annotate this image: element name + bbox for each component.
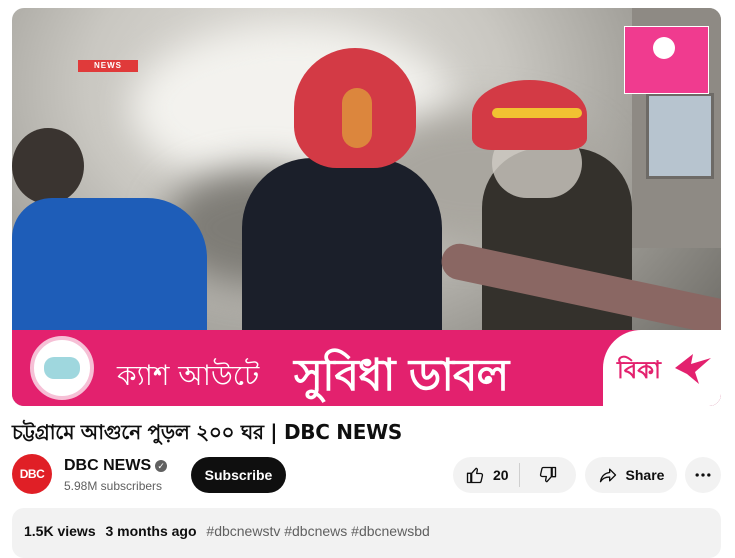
thumb-up-icon bbox=[466, 467, 484, 484]
view-count: 1.5K views bbox=[24, 523, 96, 539]
tv-channel-logo: NEWS bbox=[78, 60, 138, 72]
like-button[interactable]: 20 bbox=[453, 457, 519, 493]
video-title: চট্টগ্রামে আগুনে পুড়ল ২০০ ঘর | DBC NEWS bbox=[12, 420, 402, 444]
channel-avatar[interactable]: DBC bbox=[12, 454, 52, 494]
thumb-down-icon bbox=[539, 466, 557, 483]
hashtags[interactable]: #dbcnewstv #dbcnews #dbcnewsbd bbox=[206, 523, 429, 539]
share-label: Share bbox=[625, 467, 665, 483]
description-meta: 1.5K views 3 months ago #dbcnewstv #dbcn… bbox=[24, 523, 430, 539]
more-actions-button[interactable] bbox=[685, 457, 721, 493]
like-dislike-group: 20 bbox=[453, 457, 576, 493]
banner-logo-icon bbox=[30, 336, 94, 400]
channel-name[interactable]: DBC NEWS bbox=[64, 457, 151, 474]
description-box[interactable]: 1.5K views 3 months ago #dbcnewstv #dbcn… bbox=[12, 508, 721, 558]
like-count: 20 bbox=[493, 467, 509, 483]
bird-icon bbox=[675, 354, 711, 384]
banner-small-text: ক্যাশ আউটে bbox=[117, 359, 260, 392]
brand-text: বিকা bbox=[617, 356, 661, 384]
channel-name-link[interactable]: DBC NEWS ✓ bbox=[64, 457, 168, 475]
dislike-button[interactable] bbox=[520, 457, 576, 493]
video-player[interactable]: NEWS ক্যাশ আউটে সুবিধা ডাবল বিকা bbox=[12, 8, 721, 406]
more-icon bbox=[695, 473, 711, 477]
share-button[interactable]: Share bbox=[585, 457, 677, 493]
ad-overlay[interactable] bbox=[624, 26, 709, 94]
upload-date: 3 months ago bbox=[105, 523, 197, 539]
ad-logo-icon bbox=[653, 37, 675, 59]
verified-icon: ✓ bbox=[155, 460, 168, 472]
share-icon bbox=[599, 468, 616, 483]
subscribe-button[interactable]: Subscribe bbox=[191, 457, 286, 493]
ad-banner[interactable]: ক্যাশ আউটে সুবিধা ডাবল বিকা bbox=[12, 330, 721, 406]
banner-brand: বিকা bbox=[603, 330, 721, 406]
banner-big-text: সুবিধা ডাবল bbox=[294, 350, 509, 401]
subscriber-count: 5.98M subscribers bbox=[64, 479, 163, 493]
